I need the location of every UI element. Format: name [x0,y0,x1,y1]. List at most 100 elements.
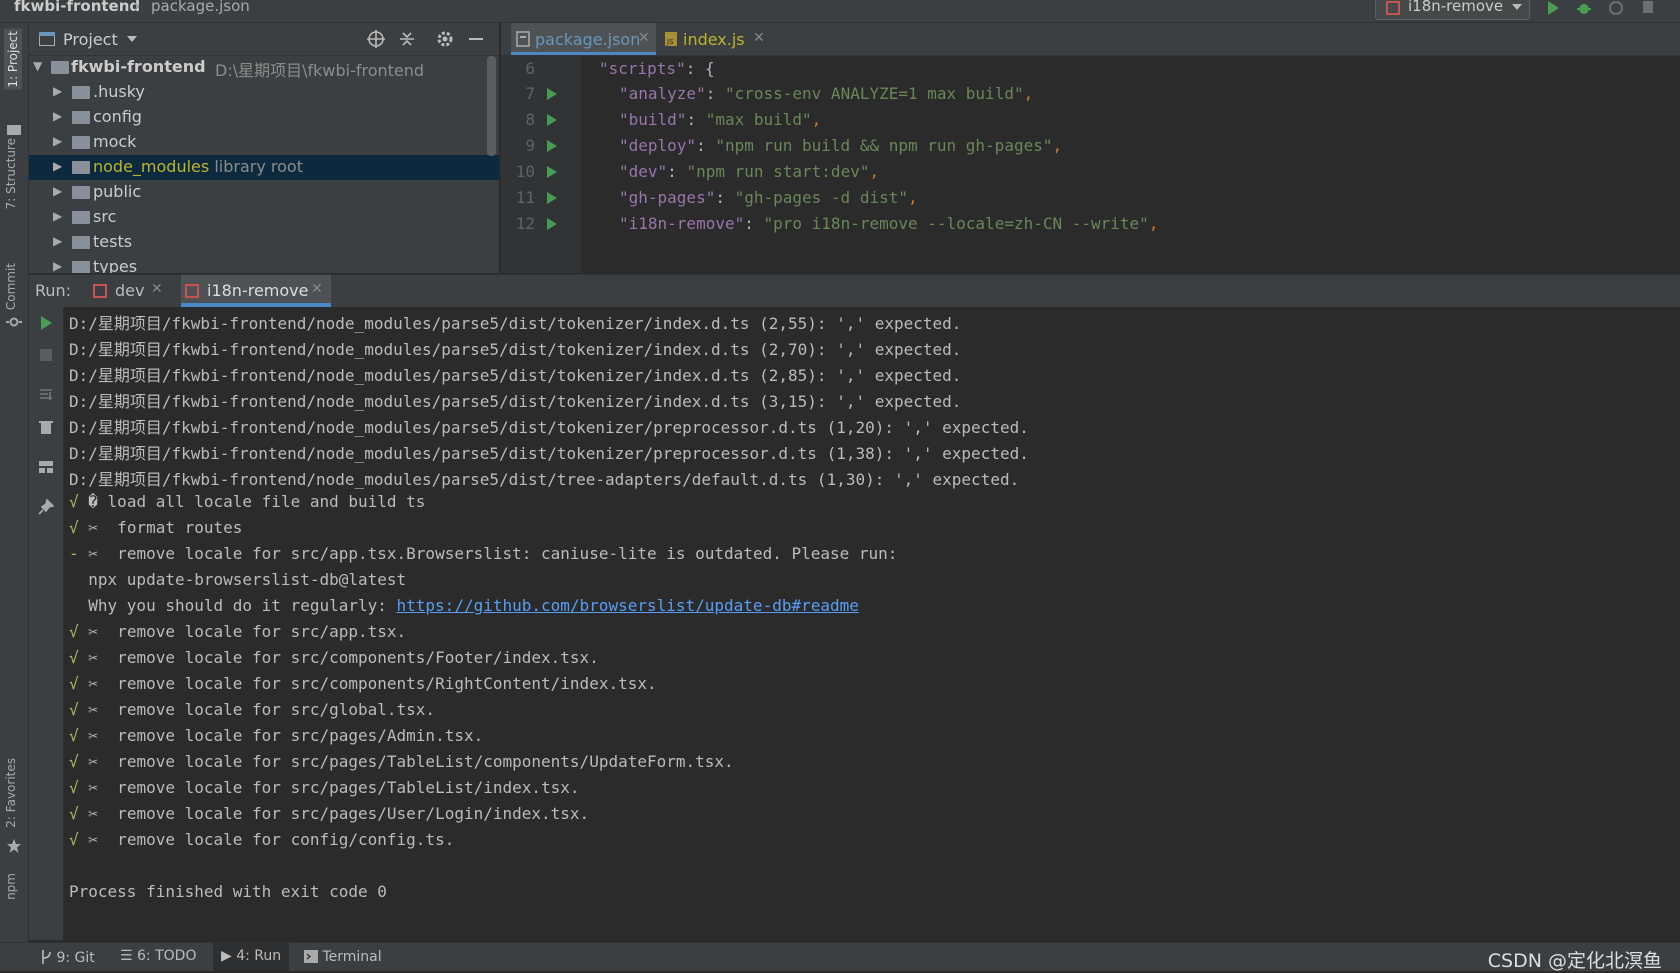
run-tab-dev[interactable]: dev ✕ [89,275,171,307]
collapse-all-icon[interactable] [398,30,416,48]
commit-tool-tab[interactable]: Commit [4,263,18,310]
tree-item-husky[interactable]: ▶ .husky [29,80,499,105]
collapsed-arrow-icon[interactable]: ▶ [53,184,62,198]
run-script-icon[interactable] [547,140,557,152]
locate-icon[interactable] [367,30,385,48]
breadcrumb-file[interactable]: package.json [151,0,250,15]
close-icon[interactable]: ✕ [753,30,765,46]
close-icon[interactable]: ✕ [311,281,323,297]
trash-icon[interactable] [38,419,54,435]
pin-icon[interactable] [38,499,54,515]
json-value: "gh-pages -d dist" [734,188,908,207]
json-value: "max build" [705,110,812,129]
run-icon[interactable] [1545,0,1561,16]
json-file-icon [516,31,530,47]
console-line: D:/星期项目/fkwbi-frontend/node_modules/pars… [69,388,961,414]
line-text: D:/星期项目/fkwbi-frontend/node_modules/pars… [69,418,1029,437]
line-text: Process finished with exit code 0 [69,882,387,901]
run-tab-i18n-remove[interactable]: i18n-remove ✕ [181,275,331,307]
project-tool-tab[interactable]: 1: Project [4,29,22,90]
tree-item-node-modules[interactable]: ▶ node_modules library root [29,155,499,180]
console-toolbar [29,307,63,940]
browserslist-link[interactable]: https://github.com/browserslist/update-d… [397,596,859,615]
tree-item-tests[interactable]: ▶ tests [29,230,499,255]
tree-item-label: node_modules [93,157,210,176]
editor-tab-bar: package.json ✕ JS index.js ✕ [501,23,1680,56]
line-number: 9 [525,136,535,155]
favorites-tool-tab[interactable]: 2: Favorites [4,758,18,828]
editor-tab-package-json[interactable]: package.json ✕ [511,23,656,55]
chevron-down-icon [1512,4,1522,10]
run-tool-button[interactable]: ▶ 4: Run [213,943,290,971]
close-icon[interactable]: ✕ [638,30,650,46]
run-script-icon[interactable] [547,114,557,126]
tree-item-mock[interactable]: ▶ mock [29,130,499,155]
json-key: "gh-pages" [619,188,716,207]
json-key: "i18n-remove" [619,214,745,233]
npm-tool-tab[interactable]: npm [4,873,18,900]
line-mark: √ [69,752,79,771]
line-number: 12 [515,214,535,233]
stop-icon[interactable] [38,347,54,363]
collapsed-arrow-icon[interactable]: ▶ [53,259,62,273]
editor-tab-index-js[interactable]: JS index.js ✕ [659,23,771,55]
todo-tool-button[interactable]: ☰ 6: TODO [120,948,196,964]
run-script-icon[interactable] [547,192,557,204]
run-script-icon[interactable] [547,218,557,230]
close-icon[interactable]: ✕ [151,281,163,297]
json-key: "deploy" [619,136,697,155]
tree-item-label: types [93,257,138,273]
collapsed-arrow-icon[interactable]: ▶ [53,209,62,223]
terminal-tool-button[interactable]: Terminal [304,948,382,965]
run-script-icon[interactable] [547,88,557,100]
bottom-tool-bar: 9: Git ☰ 6: TODO ▶ 4: Run Terminal CSDN … [0,942,1680,972]
editor-tab-label: index.js [683,30,745,49]
npm-tool-label: npm [4,873,18,900]
line-mark: - [69,544,79,563]
collapsed-arrow-icon[interactable]: ▶ [53,159,62,173]
json-value: "npm run start:dev" [686,162,870,181]
breadcrumb-project[interactable]: fkwbi-frontend [14,0,140,15]
console-line: D:/星期项目/fkwbi-frontend/node_modules/pars… [69,414,1029,440]
collapsed-arrow-icon[interactable]: ▶ [53,134,62,148]
code-line: 8 "build": "max build", [501,107,1680,133]
code-text: "build": "max build", [619,110,822,129]
tree-item-src[interactable]: ▶ src [29,205,499,230]
tree-item-types[interactable]: ▶ types [29,255,499,273]
debug-icon[interactable] [1576,0,1592,16]
folder-icon [72,161,90,174]
chevron-down-icon[interactable] [127,36,137,44]
project-view-title[interactable]: Project [63,30,118,49]
todo-label: 6: TODO [137,948,197,964]
collapsed-arrow-icon[interactable]: ▶ [53,84,62,98]
line-text: � load all locale file and build ts [88,492,426,511]
gear-icon[interactable] [436,30,454,48]
structure-tool-tab[interactable]: 7: Structure [4,138,18,209]
project-view-icon [39,32,55,46]
collapsed-arrow-icon[interactable]: ▶ [53,109,62,123]
run-script-icon[interactable] [547,166,557,178]
tree-item-config[interactable]: ▶ config [29,105,499,130]
line-text: Why you should do it regularly: [69,596,397,615]
commit-tool-label: Commit [4,263,18,311]
coverage-icon[interactable] [1608,0,1624,16]
console-line: D:/星期项目/fkwbi-frontend/node_modules/pars… [69,336,961,362]
rerun-icon[interactable] [38,315,54,331]
tree-scrollbar[interactable] [487,56,496,156]
watermark: CSDN @定化北溟鱼 [1487,950,1662,972]
git-tool-button[interactable]: 9: Git [40,948,95,966]
collapsed-arrow-icon[interactable]: ▶ [53,234,62,248]
stop-icon[interactable] [1640,0,1656,16]
expanded-arrow-icon[interactable]: ▼ [33,59,42,73]
folder-icon [72,261,90,273]
console-line: npx update-browserslist-db@latest [69,570,406,596]
layout-icon[interactable] [38,459,54,475]
console-line: √ ✂ format routes [69,518,242,544]
run-config-selector[interactable]: i18n-remove [1375,0,1530,20]
tree-item-public[interactable]: ▶ public [29,180,499,205]
folder-icon [72,86,90,99]
minimize-icon[interactable] [467,30,485,48]
tree-root-row[interactable]: ▼ fkwbi-frontend D:\星期项目\fkwbi-frontend [29,55,499,80]
scroll-to-end-icon[interactable] [38,387,54,403]
tree-item-label-group: node_modules library root [93,157,303,176]
